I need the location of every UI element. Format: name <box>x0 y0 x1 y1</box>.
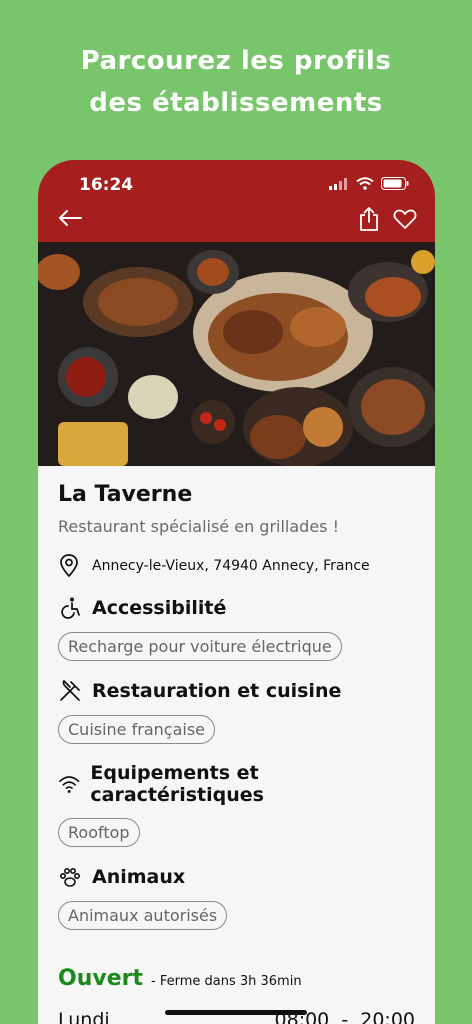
restaurant-tagline: Restaurant spécialisé en grillades ! <box>58 517 339 536</box>
hours-day: Lundi <box>58 1009 110 1024</box>
home-indicator[interactable] <box>165 1010 307 1015</box>
open-status: Ouvert <box>58 966 143 991</box>
status-time: 16:24 <box>79 175 134 195</box>
chip-animals[interactable]: Animaux autorisés <box>58 901 228 930</box>
promo-headline-line2: des établissements <box>89 88 383 118</box>
section-title-equipment: Equipements et caractéristiques <box>58 762 415 806</box>
section-label: Equipements et caractéristiques <box>90 762 264 806</box>
section-accessibility: Accessibilité Recharge pour voiture élec… <box>58 596 415 661</box>
chip-accessibility[interactable]: Recharge pour voiture électrique <box>58 632 342 661</box>
paw-icon <box>59 867 80 887</box>
section-label: Restauration et cuisine <box>92 680 342 702</box>
section-animals: Animaux Animaux autorisés <box>58 865 415 930</box>
hours-separator: - <box>341 1009 349 1024</box>
address-row[interactable]: Annecy-le-Vieux, 74940 Annecy, France <box>58 554 415 578</box>
wifi-icon <box>59 776 80 793</box>
chip-equipment[interactable]: Rooftop <box>58 818 140 847</box>
section-label: Animaux <box>92 866 186 888</box>
back-arrow-icon[interactable] <box>56 204 84 232</box>
restaurant-name: La Taverne <box>58 482 193 507</box>
phone-screen: 16:24 La Taverne Restaurant spécialisé e… <box>38 160 435 1024</box>
grilled-food-illustration <box>38 242 435 466</box>
wheelchair-icon <box>61 597 80 619</box>
opening-status-row: Ouvert - Ferme dans 3h 36min <box>58 966 415 991</box>
restaurant-details: La Taverne Restaurant spécialisé en gril… <box>38 466 435 1024</box>
hours-close: 20:00 <box>360 1009 415 1024</box>
location-pin-icon <box>60 554 78 578</box>
chip-cuisine[interactable]: Cuisine française <box>58 715 215 744</box>
top-bar: 16:24 <box>38 160 435 242</box>
favorite-heart-icon[interactable] <box>393 208 417 230</box>
section-title-cuisine: Restauration et cuisine <box>58 679 415 703</box>
section-cuisine: Restauration et cuisine Cuisine français… <box>58 679 415 744</box>
status-icons <box>329 177 409 190</box>
battery-icon <box>381 177 409 190</box>
section-equipment: Equipements et caractéristiques Rooftop <box>58 762 415 847</box>
wifi-status-icon <box>356 177 374 190</box>
section-title-animals: Animaux <box>58 865 415 889</box>
cellular-signal-icon <box>329 177 347 190</box>
promo-headline-line1: Parcourez les profils <box>80 46 392 76</box>
section-title-accessibility: Accessibilité <box>58 596 415 620</box>
address-text: Annecy-le-Vieux, 74940 Annecy, France <box>92 558 370 574</box>
section-label: Accessibilité <box>92 597 227 619</box>
restaurant-hero-image <box>38 242 435 466</box>
share-icon[interactable] <box>357 206 381 232</box>
promo-headline: Parcourez les profils des établissements <box>0 40 472 124</box>
closing-note: - Ferme dans 3h 36min <box>151 974 302 989</box>
fork-knife-icon <box>60 679 80 701</box>
